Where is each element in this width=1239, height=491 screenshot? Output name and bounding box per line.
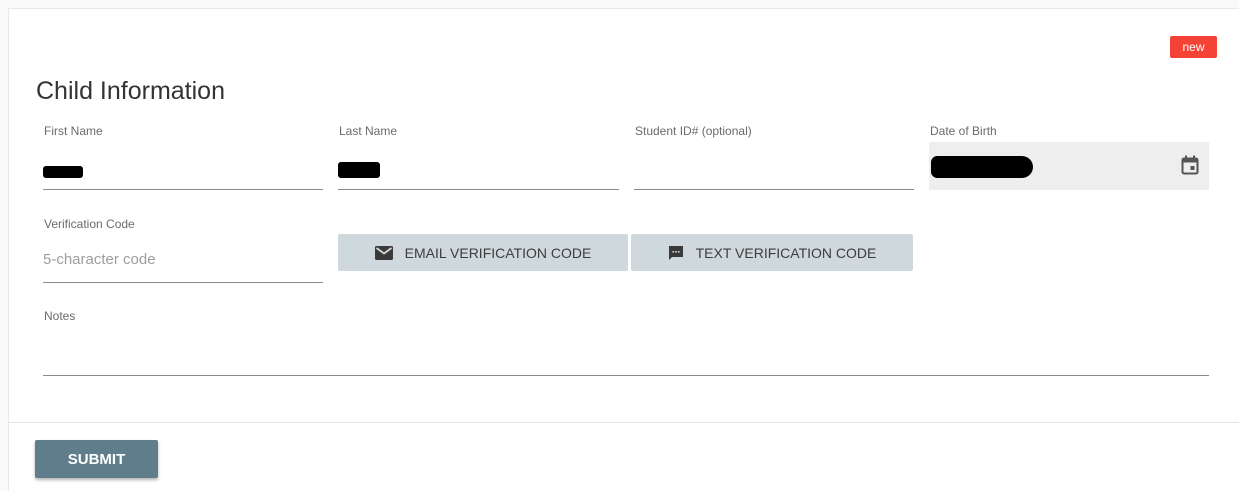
first-name-underline (43, 189, 323, 190)
child-information-form: new Child Information First Name Last Na… (8, 8, 1239, 491)
redacted-value (931, 156, 1033, 178)
dob-field[interactable] (929, 142, 1209, 190)
redacted-value (43, 166, 83, 178)
verification-code-input[interactable] (43, 248, 323, 270)
first-name-label: First Name (44, 124, 103, 138)
text-verification-label: TEXT VERIFICATION CODE (695, 244, 877, 261)
text-verification-code-button[interactable]: TEXT VERIFICATION CODE (631, 234, 913, 271)
message-icon (668, 245, 684, 261)
submit-button[interactable]: SUBMIT (35, 440, 158, 478)
last-name-underline (338, 189, 619, 190)
student-id-field[interactable] (634, 149, 914, 191)
envelope-icon (374, 245, 393, 260)
email-verification-label: EMAIL VERIFICATION CODE (404, 244, 592, 261)
redacted-value (338, 162, 380, 178)
student-id-label: Student ID# (optional) (635, 124, 752, 138)
section-title: Child Information (36, 77, 225, 105)
first-name-field[interactable] (43, 149, 323, 191)
footer-divider (9, 422, 1239, 423)
verification-code-underline (43, 282, 323, 283)
new-badge: new (1170, 36, 1217, 58)
dob-label: Date of Birth (930, 124, 997, 138)
last-name-field[interactable] (338, 149, 619, 191)
notes-underline (43, 375, 1209, 376)
last-name-label: Last Name (339, 124, 398, 138)
verification-code-label: Verification Code (44, 217, 135, 231)
email-verification-code-button[interactable]: EMAIL VERIFICATION CODE (338, 234, 628, 271)
calendar-icon[interactable] (1181, 155, 1199, 175)
student-id-underline (634, 189, 914, 190)
notes-label: Notes (44, 309, 76, 323)
notes-field[interactable] (43, 334, 1209, 377)
verification-code-field[interactable] (43, 242, 323, 284)
